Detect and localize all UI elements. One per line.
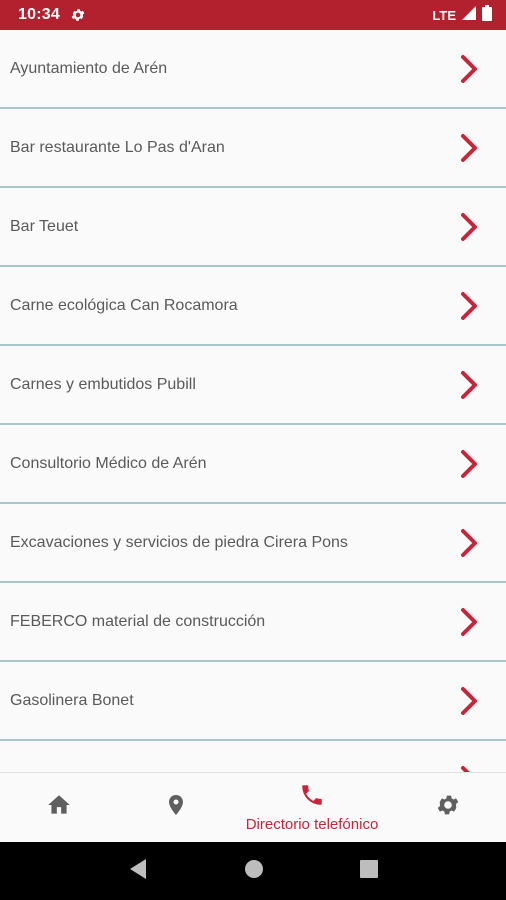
status-indicators: LTE	[432, 4, 492, 26]
directory-list[interactable]: Ayuntamiento de Arén Bar restaurante Lo …	[0, 30, 506, 772]
chevron-right-icon	[458, 211, 480, 243]
list-item-label: Consultorio Médico de Arén	[10, 454, 207, 472]
nav-location-button[interactable]	[117, 773, 234, 842]
chevron-right-icon	[458, 290, 480, 322]
list-item[interactable]: Bar Teuet	[0, 188, 506, 267]
chevron-right-icon	[458, 606, 480, 638]
list-item-label: Excavaciones y servicios de piedra Cirer…	[10, 533, 348, 551]
chevron-right-icon	[458, 685, 480, 717]
settings-icon	[70, 6, 88, 24]
list-item-label: Gasolinera Bonet	[10, 691, 134, 709]
chevron-right-icon	[458, 369, 480, 401]
network-type: LTE	[432, 7, 456, 23]
list-item-label: Bar Teuet	[10, 217, 79, 235]
list-item[interactable]: Consultorio Médico de Arén	[0, 425, 506, 504]
chevron-right-icon	[458, 53, 480, 85]
status-time: 10:34	[18, 6, 60, 23]
list-item-label: Carnes y embutidos Pubill	[10, 375, 196, 393]
list-item[interactable]: Bar restaurante Lo Pas d'Aran	[0, 109, 506, 188]
list-item-label: Carne ecológica Can Rocamora	[10, 296, 238, 314]
list-item-label: Ayuntamiento de Arén	[10, 59, 168, 77]
chevron-right-icon	[458, 527, 480, 559]
list-item[interactable]: Ayuntamiento de Arén	[0, 30, 506, 109]
bottom-navigation: Directorio telefónico	[0, 772, 506, 842]
home-circle-icon[interactable]	[244, 859, 264, 884]
location-pin-icon	[164, 792, 188, 823]
list-item[interactable]: Carne ecológica Can Rocamora	[0, 267, 506, 346]
chevron-right-icon	[458, 448, 480, 480]
back-icon[interactable]	[128, 858, 148, 885]
chevron-right-icon	[458, 764, 480, 772]
list-item-label: Bar restaurante Lo Pas d'Aran	[10, 138, 225, 156]
phone-icon	[299, 782, 325, 813]
nav-phone-label: Directorio telefónico	[245, 816, 379, 833]
battery-icon	[482, 4, 492, 26]
nav-settings-button[interactable]	[390, 773, 506, 842]
list-item[interactable]	[0, 741, 506, 772]
list-item-label: FEBERCO material de construcción	[10, 612, 266, 630]
chevron-right-icon	[458, 132, 480, 164]
list-item[interactable]: FEBERCO material de construcción	[0, 583, 506, 662]
signal-icon	[462, 5, 476, 25]
status-bar: 10:34 LTE	[0, 0, 506, 30]
list-item[interactable]: Gasolinera Bonet	[0, 662, 506, 741]
recents-icon[interactable]	[360, 859, 378, 883]
list-item[interactable]: Excavaciones y servicios de piedra Cirer…	[0, 504, 506, 583]
gear-icon	[435, 792, 461, 823]
nav-phone-directory-button[interactable]: Directorio telefónico	[234, 773, 390, 842]
nav-home-button[interactable]	[0, 773, 117, 842]
system-navigation-bar	[0, 842, 506, 900]
home-icon	[46, 792, 72, 823]
list-item[interactable]: Carnes y embutidos Pubill	[0, 346, 506, 425]
